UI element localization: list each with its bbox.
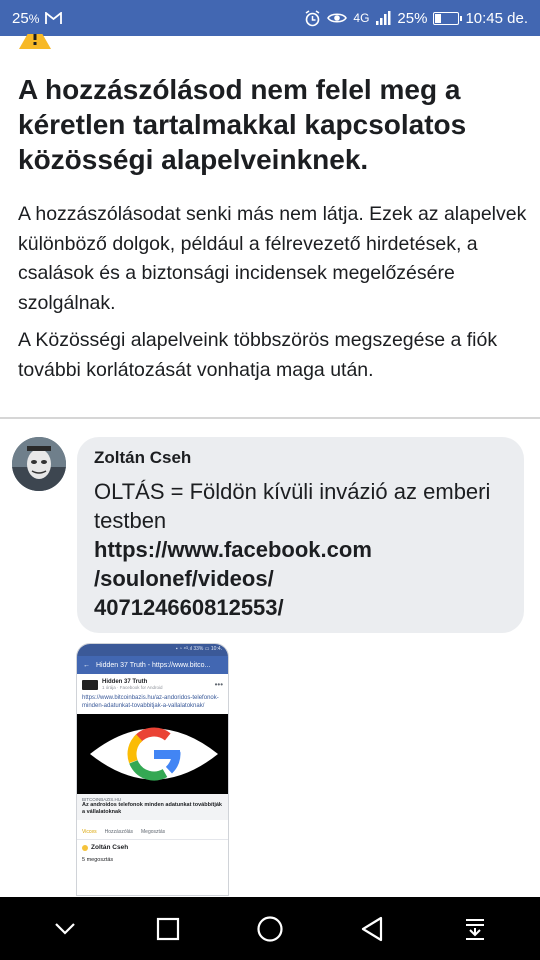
- page-logo-icon: [82, 679, 98, 690]
- comment-link-line-1: https://www.facebook.com: [94, 537, 372, 562]
- back-arrow-icon: ←: [83, 661, 90, 669]
- laugh-emoji-icon: [82, 844, 88, 851]
- attachment-link-card: BITCOINBAZIS.HU Az androidos telefonok m…: [77, 794, 228, 820]
- mail-icon: [45, 11, 63, 25]
- alarm-icon: [304, 9, 321, 27]
- home-icon[interactable]: [250, 909, 290, 949]
- screen: 25% 4G 25% 10:45 de. A hozzászólásod nem…: [0, 0, 540, 960]
- comment-bubble[interactable]: Zoltán Cseh OLTÁS = Földön kívüli invázi…: [77, 437, 524, 633]
- attachment-url: https://www.bitcoinbazis.hu/az-andoridos…: [82, 695, 219, 709]
- eye-icon: [327, 11, 348, 25]
- google-eye-image: [77, 714, 228, 794]
- attachment-status-bar: ▪ ◔ ⁴ᴳ.ıl 33% ▭ 10:4.: [77, 644, 228, 656]
- attachment-page-sub: 1 órája · Facebook for Android: [102, 685, 163, 690]
- recents-icon[interactable]: [148, 909, 188, 949]
- more-icon: •••: [214, 680, 223, 689]
- back-icon[interactable]: [352, 909, 392, 949]
- notice-body: A hozzászólásodat senki más nem látja. E…: [18, 200, 528, 393]
- divider: [0, 417, 540, 419]
- network-label: 4G: [353, 11, 370, 25]
- comment-link-line-3: 407124660812553/: [94, 595, 284, 620]
- attachment-comment: Hozzászólás: [104, 829, 133, 835]
- attachment-shares: 5 megosztás: [82, 857, 114, 863]
- status-left-text: 25%: [12, 9, 40, 27]
- signal-icon: [375, 10, 391, 26]
- attachment-user: Zoltán Cseh: [77, 840, 228, 855]
- attachment-share: Megosztás: [141, 829, 166, 835]
- battery-icon: [433, 11, 463, 25]
- notice-paragraph-2: A Közösségi alapelveink többszörös megsz…: [18, 329, 498, 381]
- attachment-nav: ← Hidden 37 Truth - https://www.bitco...: [77, 656, 228, 674]
- attachment-page-header: Hidden 37 Truth 1 órája · Facebook for A…: [77, 674, 228, 692]
- attachment-like: Vicces: [82, 829, 97, 835]
- comment-link[interactable]: https://www.facebook.com /soulonef/video…: [94, 535, 507, 622]
- attachment-headline: Az androidos telefonok minden adatunkat …: [82, 802, 222, 815]
- status-right: 4G 25% 10:45 de.: [304, 10, 528, 27]
- notice-title: A hozzászólásod nem felel meg a kéretlen…: [18, 74, 467, 175]
- attachment-nav-title: Hidden 37 Truth - https://www.bitco...: [96, 661, 211, 669]
- battery-percent: 25%: [397, 9, 428, 27]
- clock: 10:45 de.: [465, 9, 528, 27]
- battery-fill: [435, 13, 442, 23]
- notice-paragraph-1: A hozzászólásodat senki más nem látja. E…: [18, 203, 527, 314]
- comment-author[interactable]: Zoltán Cseh: [94, 447, 507, 477]
- attachment-actions: Vicces Hozzászólás Megosztás: [77, 820, 228, 840]
- attached-screenshot[interactable]: ▪ ◔ ⁴ᴳ.ıl 33% ▭ 10:4. ← Hidden 37 Truth …: [76, 643, 229, 896]
- status-bar: 25% 4G 25% 10:45 de.: [0, 0, 540, 36]
- warning-icon: [18, 34, 52, 50]
- attachment-user-name: Zoltán Cseh: [91, 844, 129, 851]
- comment-link-line-2: /soulonef/videos/: [94, 566, 274, 591]
- avatar[interactable]: [12, 437, 66, 491]
- status-left: 25%: [12, 9, 63, 27]
- navigation-bar: [0, 897, 540, 960]
- comment-text: OLTÁS = Földön kívüli invázió az emberi …: [94, 479, 491, 533]
- notification-pulldown-icon[interactable]: [455, 909, 495, 949]
- collapse-icon[interactable]: [45, 909, 85, 949]
